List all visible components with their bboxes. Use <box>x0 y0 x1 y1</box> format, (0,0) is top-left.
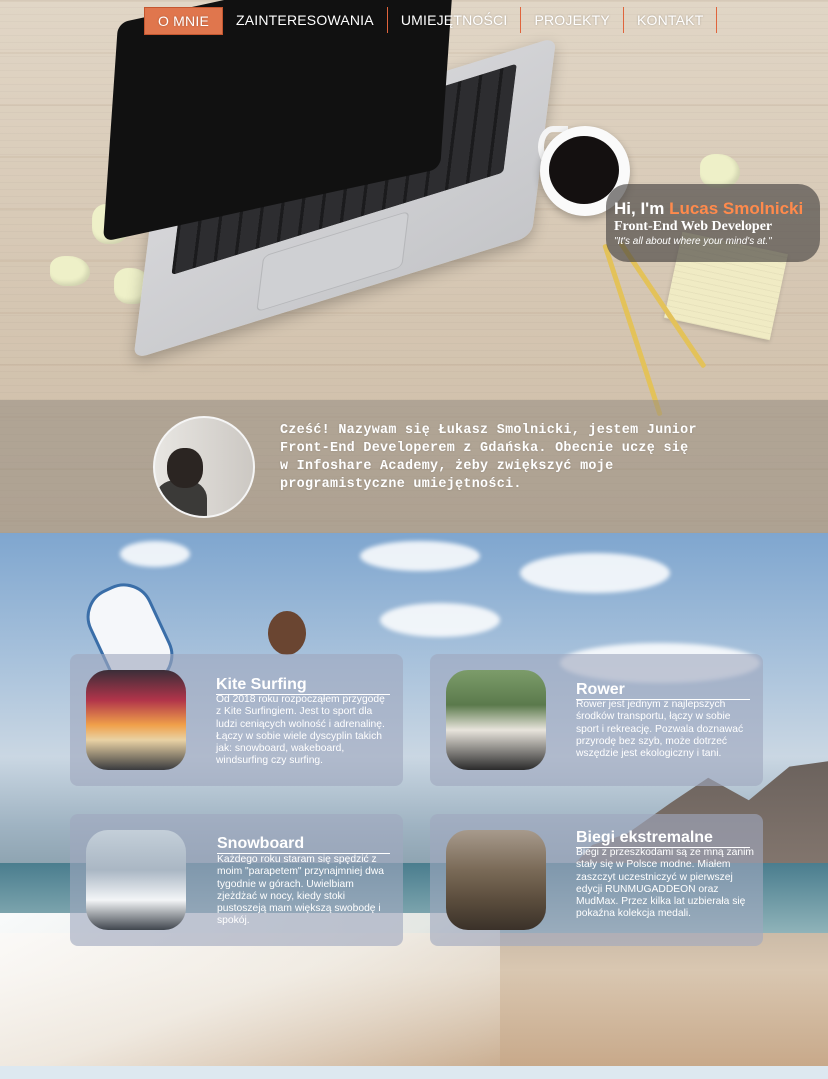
intro-name: Lucas Smolnicki <box>669 199 804 218</box>
nav-item-projekty[interactable]: PROJEKTY <box>521 7 624 33</box>
about-text: Cześć! Nazywam się Łukasz Smolnicki, jes… <box>280 423 697 492</box>
kiter-image <box>268 611 306 655</box>
hobby-card-rower: Rower Rower jest jednym z najlepszych śr… <box>430 654 763 786</box>
footer-strip <box>0 1066 828 1079</box>
hobby-photo-kite <box>86 670 186 770</box>
hobby-text: Od 2018 roku rozpocząłem przygodę z Kite… <box>216 694 385 767</box>
cloud-decoration <box>120 541 190 567</box>
hobbies-section: Kite Surfing Od 2018 roku rozpocząłem pr… <box>0 533 828 1066</box>
hero-section: O MNIE ZAINTERESOWANIA UMIEJĘTNOŚCI PROJ… <box>0 0 828 533</box>
about-section: Cześć! Nazywam się Łukasz Smolnicki, jes… <box>0 400 828 533</box>
hobby-card-biegi-ekstremalne: Biegi ekstremalne Biegi z przeszkodami s… <box>430 814 763 946</box>
avatar-head <box>167 448 203 488</box>
hobby-card-kite-surfing: Kite Surfing Od 2018 roku rozpocząłem pr… <box>70 654 403 786</box>
hobby-photo-mud-run <box>446 830 546 930</box>
paper-ball-decoration <box>700 154 740 188</box>
hobby-title: Biegi ekstremalne <box>576 829 750 848</box>
profile-avatar <box>153 416 255 518</box>
intro-greeting-text: Hi, I'm <box>614 199 670 218</box>
hobby-photo-bike <box>446 670 546 770</box>
intro-role: Front-End Web Developer <box>614 219 773 234</box>
nav-item-zainteresowania[interactable]: ZAINTERESOWANIA <box>223 7 388 33</box>
hobby-text: Rower jest jednym z najlepszych środków … <box>576 699 744 760</box>
hobby-text: Każdego roku staram się spędzić z moim "… <box>217 854 384 927</box>
paper-ball-decoration <box>50 256 90 286</box>
nav-item-umiejetnosci[interactable]: UMIEJĘTNOŚCI <box>388 7 522 33</box>
nav-item-o-mnie[interactable]: O MNIE <box>144 7 223 35</box>
intro-card: Hi, I'm Lucas Smolnicki Front-End Web De… <box>606 184 820 262</box>
hobby-title: Snowboard <box>217 835 390 854</box>
cloud-decoration <box>520 553 670 593</box>
hobby-title: Rower <box>576 681 750 700</box>
nav-item-kontakt[interactable]: KONTAKT <box>624 7 718 33</box>
hobby-title: Kite Surfing <box>216 676 390 695</box>
intro-quote: "It's all about where your mind's at." <box>614 236 772 247</box>
hobby-text: Biegi z przeszkodami są ze mną zanim sta… <box>576 847 754 920</box>
cloud-decoration <box>360 541 480 571</box>
cloud-decoration <box>380 603 500 637</box>
hobby-card-snowboard: Snowboard Każdego roku staram się spędzi… <box>70 814 403 946</box>
hobby-photo-snowboard <box>86 830 186 930</box>
main-nav: O MNIE ZAINTERESOWANIA UMIEJĘTNOŚCI PROJ… <box>144 7 718 35</box>
intro-greeting: Hi, I'm Lucas Smolnicki <box>614 199 803 219</box>
pencil-image <box>602 243 663 417</box>
